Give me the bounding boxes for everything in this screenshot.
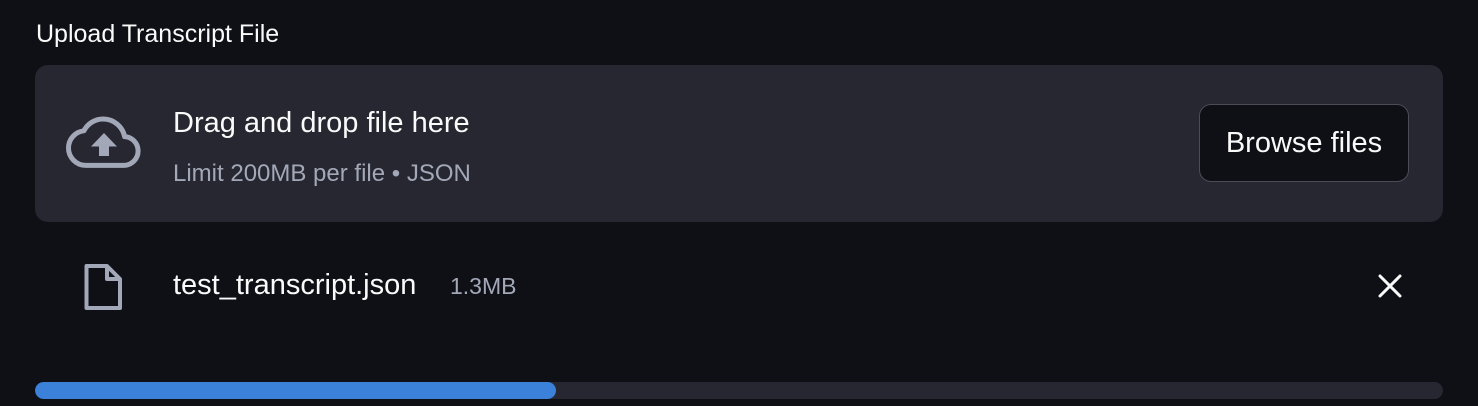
cloud-upload-icon [66,116,141,168]
dropzone-limit-text: Limit 200MB per file • JSON [173,160,471,187]
upload-progress-bar [35,382,1443,399]
uploaded-file-name: test_transcript.json [173,269,417,301]
dropzone-title: Drag and drop file here [173,107,470,139]
uploader-label: Upload Transcript File [36,20,280,48]
browse-files-button[interactable]: Browse files [1199,104,1409,182]
file-icon [84,264,122,310]
file-uploader: Upload Transcript File Drag and drop fil… [0,0,1478,406]
close-icon [1378,274,1402,298]
remove-file-button[interactable] [1370,266,1410,306]
uploaded-file-size: 1.3MB [450,273,517,299]
upload-progress-fill [35,382,556,399]
